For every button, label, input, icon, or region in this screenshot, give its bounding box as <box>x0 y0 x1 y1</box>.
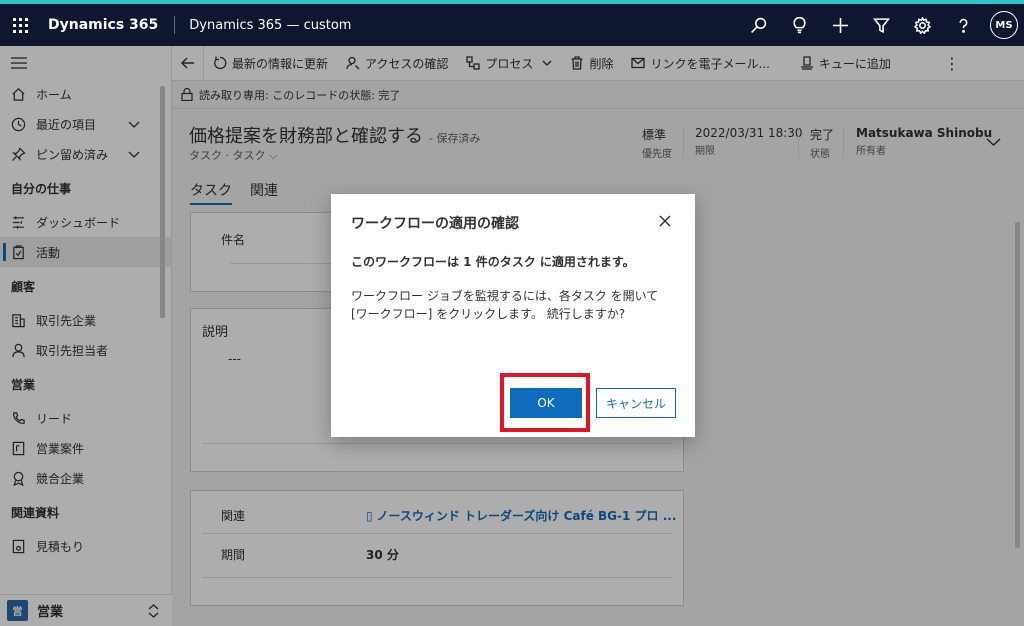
filter-icon <box>873 17 890 33</box>
app-launcher-button[interactable] <box>0 4 40 46</box>
plus-icon <box>833 17 848 33</box>
dialog-subtitle: このワークフローは 1 件のタスク に適用されます。 <box>351 255 635 269</box>
new-button[interactable] <box>820 4 861 46</box>
settings-button[interactable] <box>902 4 943 46</box>
tips-button[interactable] <box>779 4 820 46</box>
close-icon[interactable] <box>659 215 671 227</box>
app-title[interactable]: Dynamics 365 <box>40 17 174 33</box>
lightbulb-icon <box>793 16 806 33</box>
gear-icon <box>914 16 931 34</box>
advanced-find-button[interactable] <box>861 4 902 46</box>
help-icon <box>959 18 968 33</box>
cancel-button[interactable]: キャンセル <box>596 388 676 418</box>
top-navigation-bar: Dynamics 365 Dynamics 365 — custom MS <box>0 4 1024 46</box>
search-button[interactable] <box>738 4 779 46</box>
environment-name[interactable]: Dynamics 365 — custom <box>175 18 351 33</box>
annotation-highlight-box <box>500 373 590 432</box>
user-avatar[interactable]: MS <box>990 11 1018 39</box>
dialog-title: ワークフローの適用の確認 <box>351 216 519 232</box>
dialog-body: ワークフロー ジョブを監視するには、各タスク を開いて [ワークフロー] をクリ… <box>351 289 659 321</box>
search-icon <box>751 17 767 33</box>
help-button[interactable] <box>943 4 984 46</box>
waffle-icon <box>12 17 28 33</box>
